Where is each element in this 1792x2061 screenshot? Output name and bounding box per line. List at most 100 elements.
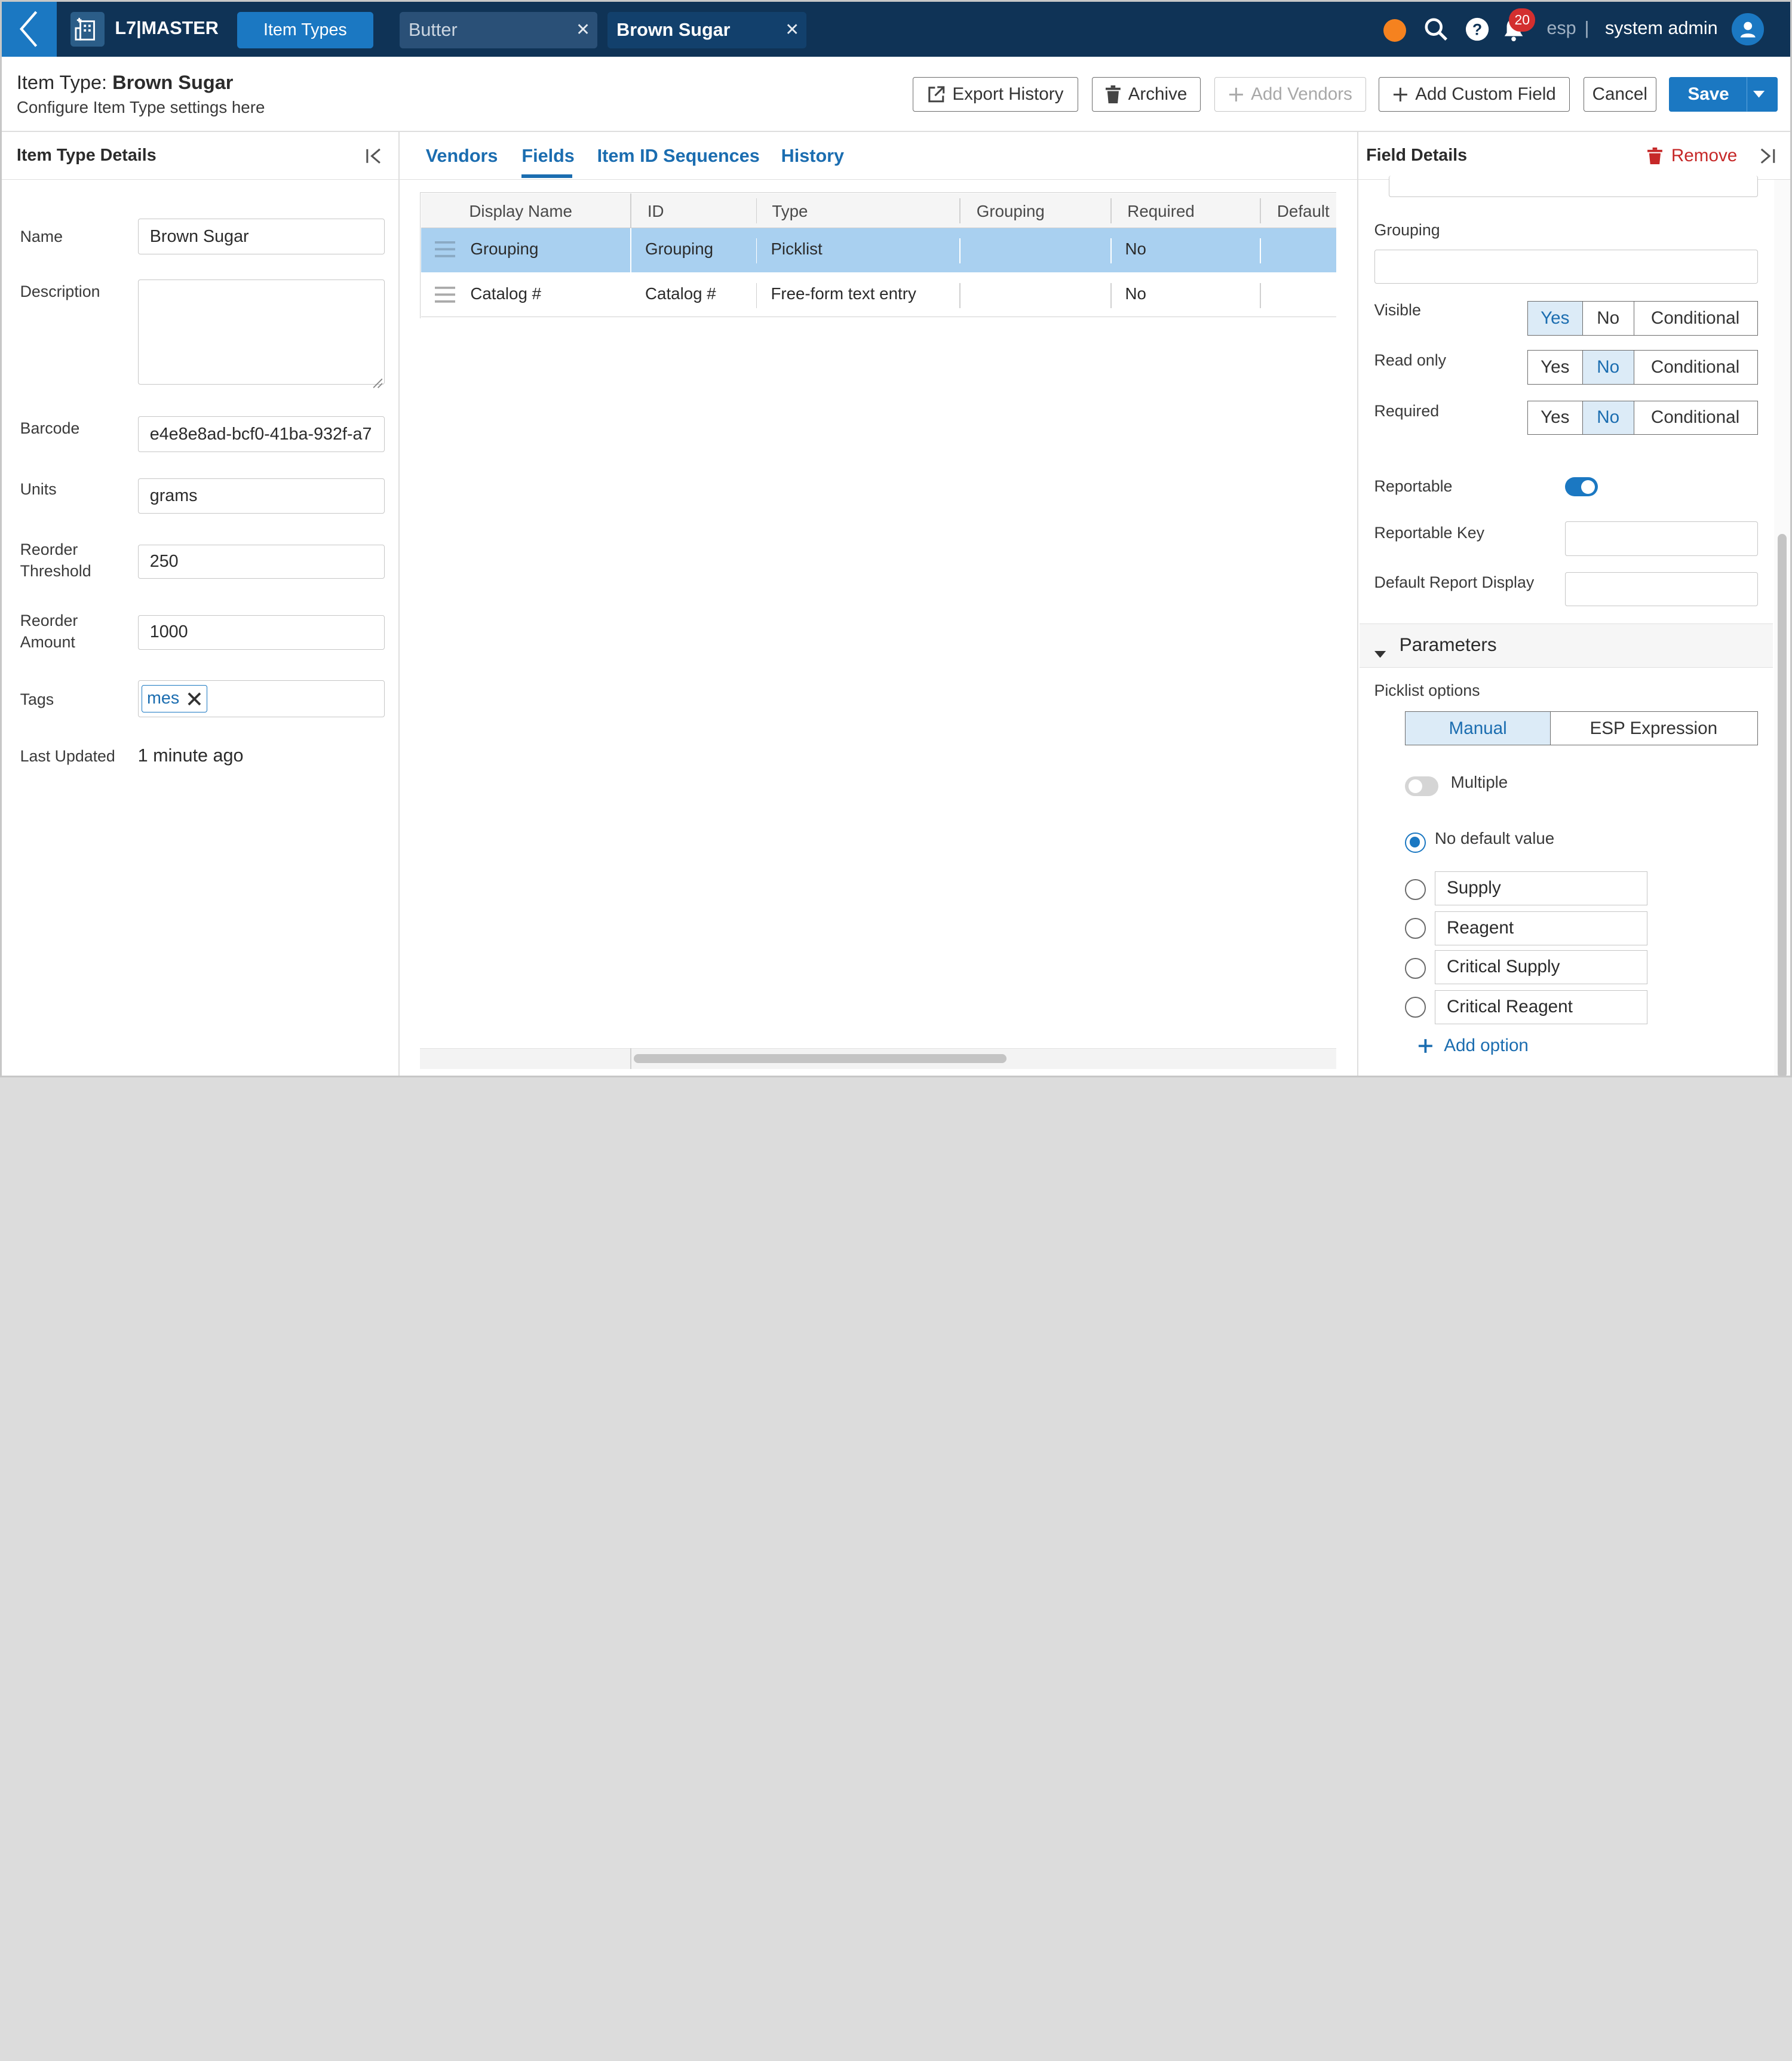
column-header-id[interactable]: ID — [648, 202, 664, 221]
tag-label: mes — [147, 689, 180, 708]
close-icon[interactable]: ✕ — [576, 19, 590, 40]
option-radio[interactable] — [1405, 918, 1426, 939]
reorder-threshold-input[interactable]: 250 — [137, 544, 385, 579]
name-input[interactable]: Brown Sugar — [137, 219, 385, 254]
add-option-button[interactable]: Add option — [1417, 1036, 1529, 1056]
close-icon[interactable]: ✕ — [785, 19, 799, 40]
column-header-required[interactable]: Required — [1127, 202, 1195, 221]
option-radio[interactable] — [1405, 958, 1426, 979]
multiple-toggle[interactable] — [1405, 776, 1438, 796]
nav-tab-item-types[interactable]: Item Types — [237, 12, 373, 49]
option-input-critical-reagent[interactable]: Critical Reagent — [1434, 990, 1647, 1025]
tab-fields[interactable]: Fields — [521, 146, 574, 167]
required-yes-option[interactable]: Yes — [1528, 401, 1583, 434]
option-input-critical-supply[interactable]: Critical Supply — [1434, 950, 1647, 985]
active-tab-indicator — [521, 174, 572, 178]
tags-input[interactable]: mes — [137, 680, 385, 717]
visible-segmented-control: Yes No Conditional — [1527, 301, 1759, 336]
required-no-option[interactable]: No — [1582, 401, 1634, 434]
add-custom-field-label: Add Custom Field — [1415, 84, 1556, 104]
column-header-display-name[interactable]: Display Name — [469, 202, 572, 221]
option-input-supply[interactable]: Supply — [1434, 871, 1647, 906]
app-brand: L7|MASTER — [115, 17, 219, 38]
doc-tab-label: Brown Sugar — [616, 20, 731, 41]
drag-handle-icon[interactable] — [435, 241, 456, 262]
units-label: Units — [20, 480, 57, 498]
visible-no-option[interactable]: No — [1583, 302, 1634, 335]
add-vendors-button[interactable]: Add Vendors — [1214, 77, 1367, 112]
reportable-key-input[interactable] — [1564, 521, 1759, 556]
grouping-input[interactable] — [1374, 250, 1759, 284]
option-radio[interactable] — [1405, 997, 1426, 1018]
external-link-icon — [928, 85, 945, 102]
export-history-button[interactable]: Export History — [912, 77, 1079, 112]
column-header-grouping[interactable]: Grouping — [977, 202, 1045, 221]
doc-tab-brown-sugar[interactable]: Brown Sugar ✕ — [607, 12, 806, 49]
barcode-input[interactable]: e4e8e8ad-bcf0-41ba-932f-a7 — [137, 416, 385, 452]
cell-type: Picklist — [771, 239, 823, 258]
add-custom-field-button[interactable]: Add Custom Field — [1379, 77, 1570, 112]
workspace-label[interactable]: esp — [1546, 18, 1576, 39]
visible-label: Visible — [1374, 301, 1421, 320]
cancel-button[interactable]: Cancel — [1583, 77, 1656, 112]
resize-handle-icon[interactable] — [373, 373, 383, 392]
manual-option[interactable]: Manual — [1406, 711, 1551, 745]
save-button[interactable]: Save — [1669, 77, 1748, 112]
grouping-label: Grouping — [1374, 221, 1440, 239]
collapse-right-icon[interactable] — [1758, 147, 1776, 170]
tag-chip: mes — [142, 684, 208, 712]
save-options-dropdown[interactable] — [1747, 77, 1778, 112]
archive-button[interactable]: Archive — [1092, 77, 1201, 112]
column-divider — [1110, 282, 1112, 308]
user-avatar-icon[interactable] — [1732, 13, 1764, 45]
previous-field-input[interactable] — [1389, 175, 1759, 198]
collapse-left-icon[interactable] — [365, 147, 383, 170]
remove-button[interactable]: Remove — [1647, 146, 1737, 166]
doc-tab-butter[interactable]: Butter ✕ — [399, 12, 597, 49]
reportable-toggle[interactable] — [1564, 477, 1598, 497]
add-vendors-label: Add Vendors — [1251, 84, 1352, 104]
description-textarea[interactable] — [137, 279, 385, 385]
default-report-display-input[interactable] — [1564, 572, 1759, 606]
option-input-reagent[interactable]: Reagent — [1434, 911, 1647, 946]
column-header-default[interactable]: Default — [1277, 202, 1330, 221]
page-subtitle: Configure Item Type settings here — [16, 97, 265, 116]
read-only-yes-option[interactable]: Yes — [1528, 351, 1583, 384]
column-header-type[interactable]: Type — [772, 202, 808, 221]
scrollbar-thumb[interactable] — [633, 1053, 1007, 1064]
scrollbar-thumb[interactable] — [1777, 534, 1787, 1076]
read-only-no-option[interactable]: No — [1582, 351, 1634, 384]
cell-required: No — [1125, 239, 1146, 258]
read-only-conditional-option[interactable]: Conditional — [1634, 351, 1757, 383]
option-radio[interactable] — [1405, 879, 1426, 900]
visible-conditional-option[interactable]: Conditional — [1634, 302, 1757, 334]
visible-yes-option[interactable]: Yes — [1527, 302, 1583, 335]
plus-icon — [1393, 87, 1407, 102]
page-title-prefix: Item Type: — [16, 71, 108, 93]
back-button[interactable] — [2, 2, 57, 57]
help-icon[interactable]: ? — [1465, 17, 1490, 42]
required-conditional-option[interactable]: Conditional — [1634, 401, 1757, 434]
tab-vendors[interactable]: Vendors — [426, 146, 498, 167]
units-input[interactable]: grams — [137, 478, 385, 514]
toggle-knob — [1581, 480, 1595, 494]
reorder-amount-input[interactable]: 1000 — [137, 615, 385, 650]
tab-history[interactable]: History — [781, 146, 844, 167]
trash-icon — [1106, 85, 1121, 104]
table-row[interactable] — [421, 228, 1337, 273]
divider — [399, 179, 1357, 180]
drag-handle-icon[interactable] — [435, 286, 456, 308]
esp-expression-option[interactable]: ESP Expression — [1551, 712, 1756, 745]
default-report-display-label: Default Report Display — [1374, 573, 1535, 591]
close-icon[interactable] — [186, 691, 202, 707]
divider — [398, 132, 400, 1076]
app-logo-icon — [70, 12, 105, 47]
no-default-radio[interactable] — [1405, 832, 1426, 853]
column-divider — [630, 1048, 632, 1069]
column-divider — [1110, 198, 1112, 224]
user-name[interactable]: system admin — [1605, 18, 1718, 39]
export-history-label: Export History — [952, 84, 1064, 104]
search-icon[interactable] — [1423, 17, 1449, 42]
tab-item-id-sequences[interactable]: Item ID Sequences — [597, 146, 760, 167]
name-label: Name — [20, 227, 63, 245]
